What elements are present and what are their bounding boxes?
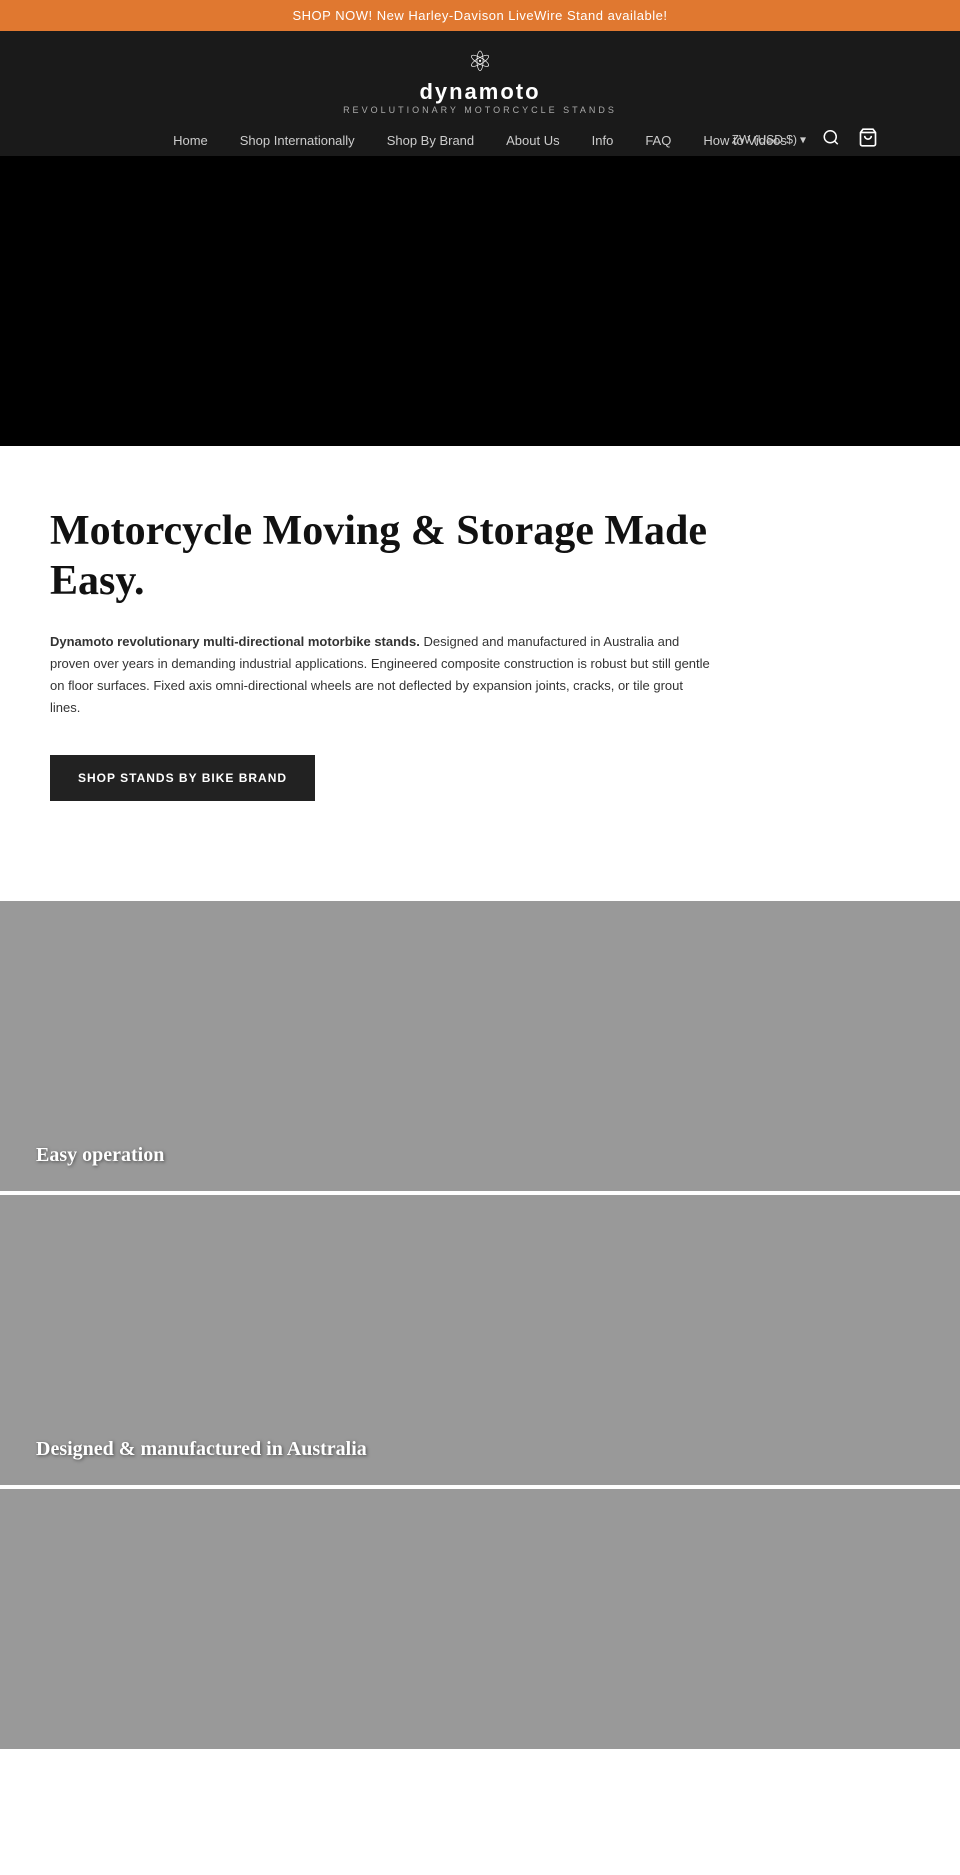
- site-header: ⚛ dynamoto REVOLUTIONARY MOTORCYCLE STAN…: [0, 31, 960, 156]
- cta-shop-button[interactable]: SHOP STANDS BY BIKE BRAND: [50, 755, 315, 801]
- cart-button[interactable]: [856, 125, 880, 154]
- site-logo[interactable]: ⚛ dynamoto REVOLUTIONARY MOTORCYCLE STAN…: [343, 45, 617, 115]
- feature-label-designed-manufactured: Designed & manufactured in Australia: [36, 1438, 367, 1461]
- logo-atom-icon: ⚛: [467, 45, 492, 79]
- nav-shop-by-brand[interactable]: Shop By Brand: [387, 133, 474, 148]
- feature-card-easy-operation: Easy operation: [0, 901, 960, 1191]
- currency-selector[interactable]: ZW (USD $) ▾: [732, 133, 806, 147]
- feature-card-designed-manufactured: Designed & manufactured in Australia: [0, 1195, 960, 1485]
- announcement-text: SHOP NOW! New Harley-Davison LiveWire St…: [293, 8, 668, 23]
- feature-cards-section: Easy operation Designed & manufactured i…: [0, 901, 960, 1749]
- logo-name: dynamoto: [419, 79, 540, 105]
- nav-home[interactable]: Home: [173, 133, 208, 148]
- feature-card-third: [0, 1489, 960, 1749]
- main-nav: Home Shop Internationally Shop By Brand …: [40, 123, 920, 156]
- intro-paragraph: Dynamoto revolutionary multi-directional…: [50, 631, 710, 719]
- currency-label: ZW (USD $): [732, 133, 797, 147]
- main-content-section: Motorcycle Moving & Storage Made Easy. D…: [0, 446, 960, 841]
- main-heading: Motorcycle Moving & Storage Made Easy.: [50, 506, 710, 607]
- nav-faq[interactable]: FAQ: [645, 133, 671, 148]
- announcement-bar: SHOP NOW! New Harley-Davison LiveWire St…: [0, 0, 960, 31]
- header-logo-area: ⚛ dynamoto REVOLUTIONARY MOTORCYCLE STAN…: [40, 31, 920, 123]
- nav-shop-internationally[interactable]: Shop Internationally: [240, 133, 355, 148]
- nav-info[interactable]: Info: [592, 133, 614, 148]
- hero-video-placeholder: [0, 156, 960, 446]
- search-icon: [822, 130, 840, 150]
- logo-tagline: REVOLUTIONARY MOTORCYCLE STANDS: [343, 105, 617, 115]
- feature-label-easy-operation: Easy operation: [36, 1144, 164, 1167]
- intro-bold-text: Dynamoto revolutionary multi-directional…: [50, 634, 420, 649]
- intro-content: Motorcycle Moving & Storage Made Easy. D…: [0, 446, 760, 841]
- header-utils: ZW (USD $) ▾: [732, 125, 880, 154]
- nav-about-us[interactable]: About Us: [506, 133, 559, 148]
- search-button[interactable]: [820, 126, 842, 153]
- currency-chevron-icon: ▾: [800, 133, 806, 147]
- cart-icon: [858, 131, 878, 151]
